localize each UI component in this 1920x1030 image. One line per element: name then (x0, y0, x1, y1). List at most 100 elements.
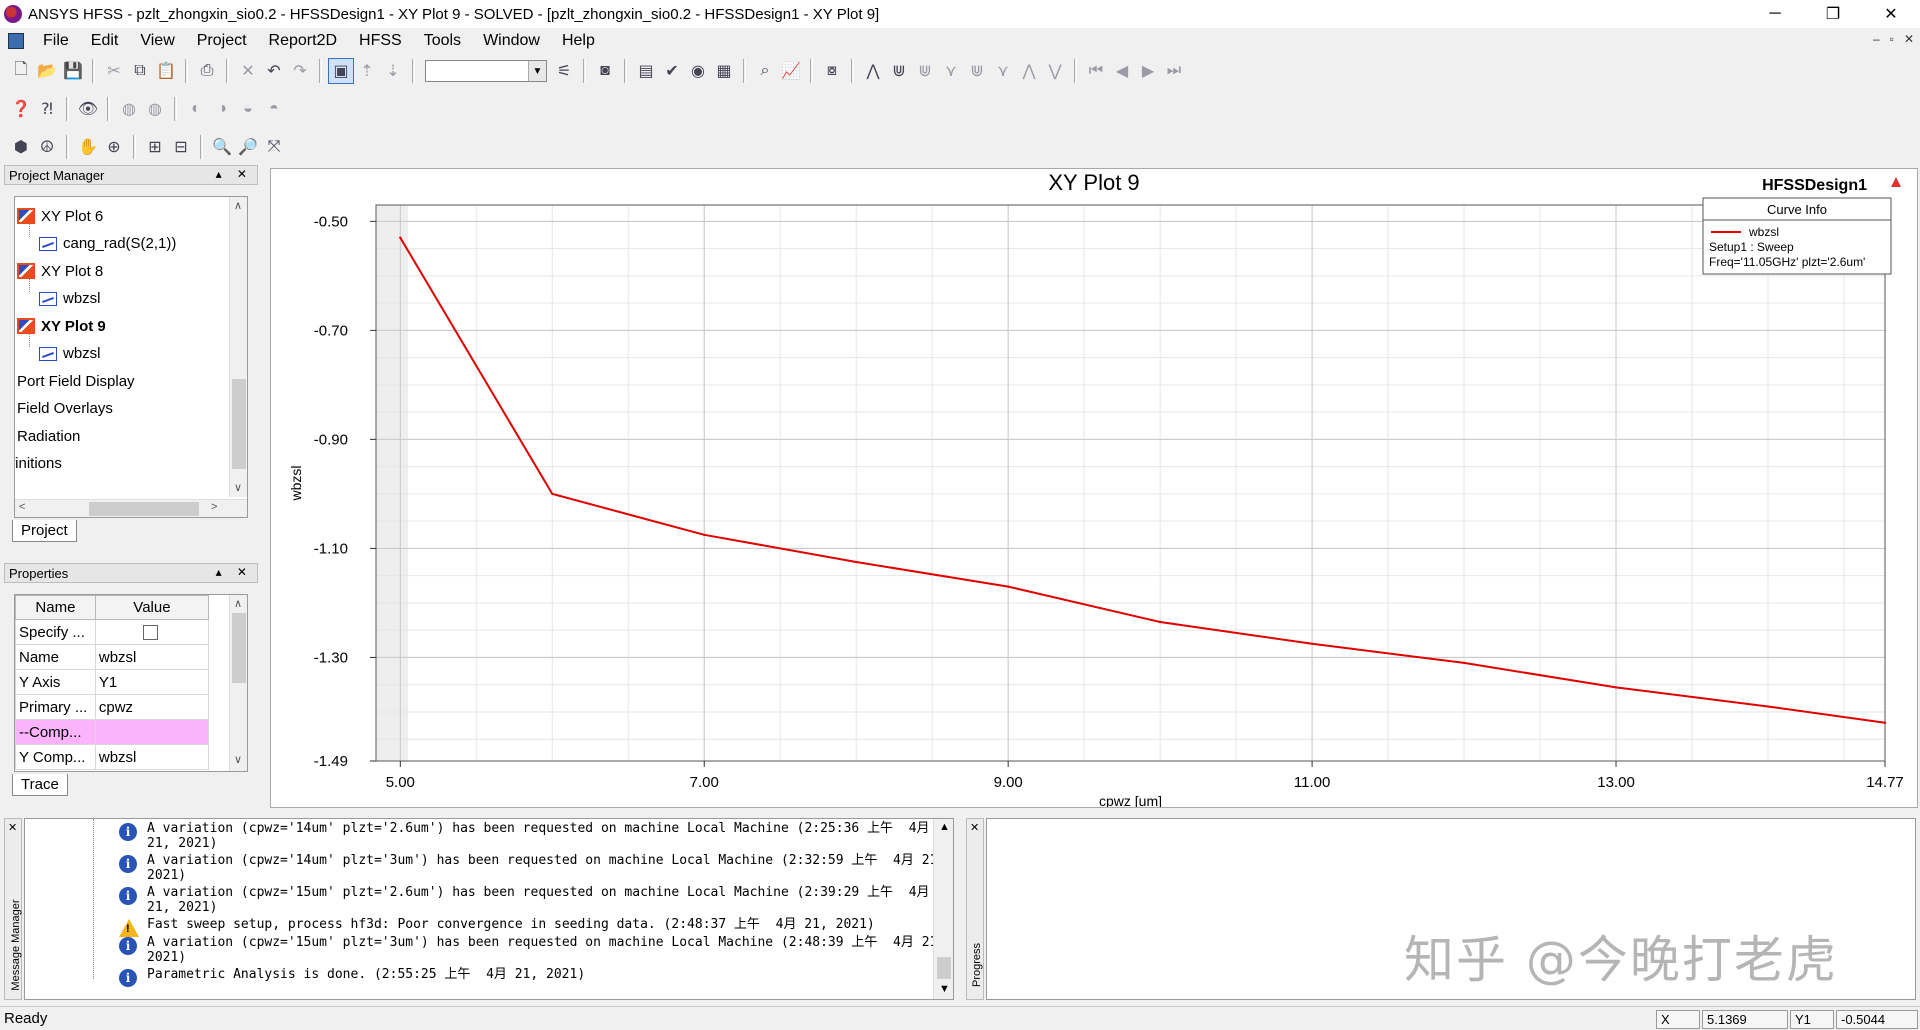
property-value[interactable] (94, 719, 210, 745)
tree-vertical-scrollbar[interactable]: ∧ ∨ (229, 197, 247, 497)
create-report-icon[interactable]: 📈 (778, 58, 804, 84)
column-header-value[interactable]: Value (94, 595, 210, 620)
print-icon[interactable]: ⎙ (194, 58, 220, 84)
mdi-close-button[interactable]: ✕ (1904, 32, 1914, 46)
property-row[interactable]: --Comp... (15, 719, 210, 745)
specify-checkbox[interactable] (142, 625, 158, 641)
zoom-area-icon[interactable]: 🔎 (235, 134, 261, 160)
project-tree[interactable]: XY Plot 6 cang_rad(S(2,1)) XY Plot 8 wbzsl X… (14, 196, 248, 518)
property-value[interactable]: Y1 (94, 669, 210, 695)
tree-item[interactable]: finitions (15, 451, 62, 477)
zoom-out-icon[interactable]: ⊟ (168, 134, 194, 160)
scroll-left-icon[interactable]: < (19, 501, 25, 513)
property-value[interactable]: wbzsl (94, 644, 210, 670)
data-point[interactable] (1614, 686, 1618, 689)
tree-horizontal-scrollbar[interactable]: < > (15, 499, 247, 517)
hierarchy-icon[interactable]: ⚟ (551, 58, 577, 84)
property-value[interactable]: wbzsl (94, 744, 210, 770)
axes-icon[interactable]: ⤧ (261, 134, 287, 160)
tree-item[interactable]: wbzsl (39, 286, 101, 312)
select-mode-icon[interactable]: ▣ (328, 58, 354, 84)
tree-item[interactable]: Radiation (17, 423, 80, 449)
scroll-up-icon[interactable]: ∧ (234, 597, 242, 610)
redo-icon[interactable]: ↷ (287, 58, 313, 84)
marker-min-icon[interactable]: ⋎ (938, 58, 964, 84)
data-point[interactable] (399, 236, 402, 239)
column-header-name[interactable]: Name (15, 595, 96, 620)
new-file-icon[interactable]: 🗋 (8, 58, 34, 84)
first-icon[interactable]: ⏮ (1083, 58, 1109, 84)
view-iso-icon[interactable]: ◓ (261, 96, 287, 122)
tree-item[interactable]: Port Field Display (17, 368, 135, 394)
property-value[interactable]: cpwz (94, 694, 210, 720)
marker-peak-icon[interactable]: ⋓ (886, 58, 912, 84)
next-icon[interactable]: ▶ (1135, 58, 1161, 84)
hide-all-icon[interactable]: ◍ (142, 96, 168, 122)
delete-icon[interactable]: ✕ (235, 58, 261, 84)
document-icon[interactable] (8, 33, 24, 49)
toolbar-dropdown[interactable]: ▼ (425, 60, 547, 82)
panel-buttons[interactable]: ▴ ✕ (216, 565, 253, 579)
properties-vertical-scrollbar[interactable]: ∧ ∨ (229, 595, 247, 771)
radiation-icon[interactable]: ☮ (34, 134, 60, 160)
window-icon[interactable]: ⧇ (819, 58, 845, 84)
tree-item[interactable]: XY Plot 8 (17, 258, 103, 284)
property-row[interactable]: Specify ... (15, 619, 210, 645)
scroll-thumb[interactable] (937, 957, 951, 979)
series-line-wbzsl[interactable] (399, 237, 1886, 724)
menu-tools[interactable]: Tools (413, 32, 472, 50)
scroll-down-icon[interactable]: ▼ (939, 983, 950, 995)
mdi-minimize-button[interactable]: – (1873, 32, 1880, 46)
data-point[interactable] (1766, 705, 1770, 708)
tree-item[interactable]: cang_rad(S(2,1)) (39, 231, 176, 257)
open-folder-icon[interactable]: 📂 (34, 58, 60, 84)
whats-this-icon[interactable]: ⁈ (34, 96, 60, 122)
scroll-thumb[interactable] (89, 502, 199, 516)
menu-window[interactable]: Window (472, 32, 551, 50)
tab-trace[interactable]: Trace (12, 774, 68, 796)
move-up-icon[interactable]: ⇡ (354, 58, 380, 84)
marker-up-icon[interactable]: ⋀ (1016, 58, 1042, 84)
marker-next-min-icon[interactable]: ⋓ (964, 58, 990, 84)
close-icon[interactable]: ✕ (8, 821, 17, 834)
data-point[interactable] (1883, 721, 1887, 725)
menu-report2d[interactable]: Report2D (258, 32, 348, 50)
mdi-restore-button[interactable]: ▫ (1890, 32, 1894, 46)
tree-item[interactable]: XY Plot 9 (17, 313, 106, 339)
analyze-icon[interactable]: ✔ (659, 58, 685, 84)
results-icon[interactable]: ◉ (685, 58, 711, 84)
scroll-down-icon[interactable]: ∨ (234, 753, 242, 766)
xy-plot-canvas[interactable]: 5.00 7.00 9.00 11.00 13.00 14.77 -0.50 -0.70 -0.… (271, 169, 1917, 807)
zoom-fit-icon[interactable]: 🔍 (209, 134, 235, 160)
messages-vertical-scrollbar[interactable]: ▲ ▼ (933, 819, 953, 999)
menu-view[interactable]: View (129, 32, 185, 50)
field-plot-icon[interactable]: ⌕ (752, 58, 778, 84)
zoom-in-icon[interactable]: ⊞ (142, 134, 168, 160)
property-row[interactable]: Y Comp... wbzsl (15, 744, 210, 770)
model-icon[interactable]: ⬢ (8, 134, 34, 160)
close-icon[interactable]: ✕ (970, 821, 979, 834)
report-icon[interactable]: ▦ (711, 58, 737, 84)
menu-project[interactable]: Project (186, 32, 258, 50)
rotate-icon[interactable]: ⊕ (101, 134, 127, 160)
data-point[interactable] (1462, 661, 1466, 665)
marker-next-peak-icon[interactable]: ⋓ (912, 58, 938, 84)
close-button[interactable]: ✕ (1862, 0, 1920, 28)
tab-project[interactable]: Project (12, 520, 77, 542)
view-front-icon[interactable]: ◐ (183, 96, 209, 122)
design-icon[interactable]: ◙ (592, 58, 618, 84)
marker-valley-icon[interactable]: ⋎ (990, 58, 1016, 84)
scroll-up-icon[interactable]: ∧ (234, 199, 242, 212)
marker-down-icon[interactable]: ⋁ (1042, 58, 1068, 84)
cut-icon[interactable]: ✂ (101, 58, 127, 84)
scroll-thumb[interactable] (232, 379, 246, 469)
scroll-right-icon[interactable]: > (211, 501, 217, 513)
undo-icon[interactable]: ↶ (261, 58, 287, 84)
view-side-icon[interactable]: ◒ (235, 96, 261, 122)
chevron-down-icon[interactable]: ▼ (528, 61, 546, 81)
paste-icon[interactable]: 📋 (153, 58, 179, 84)
pan-hand-icon[interactable]: ✋ (75, 134, 101, 160)
show-icon[interactable]: 👁 (75, 96, 101, 122)
data-point[interactable] (855, 560, 858, 564)
last-icon[interactable]: ⏭ (1161, 58, 1187, 84)
